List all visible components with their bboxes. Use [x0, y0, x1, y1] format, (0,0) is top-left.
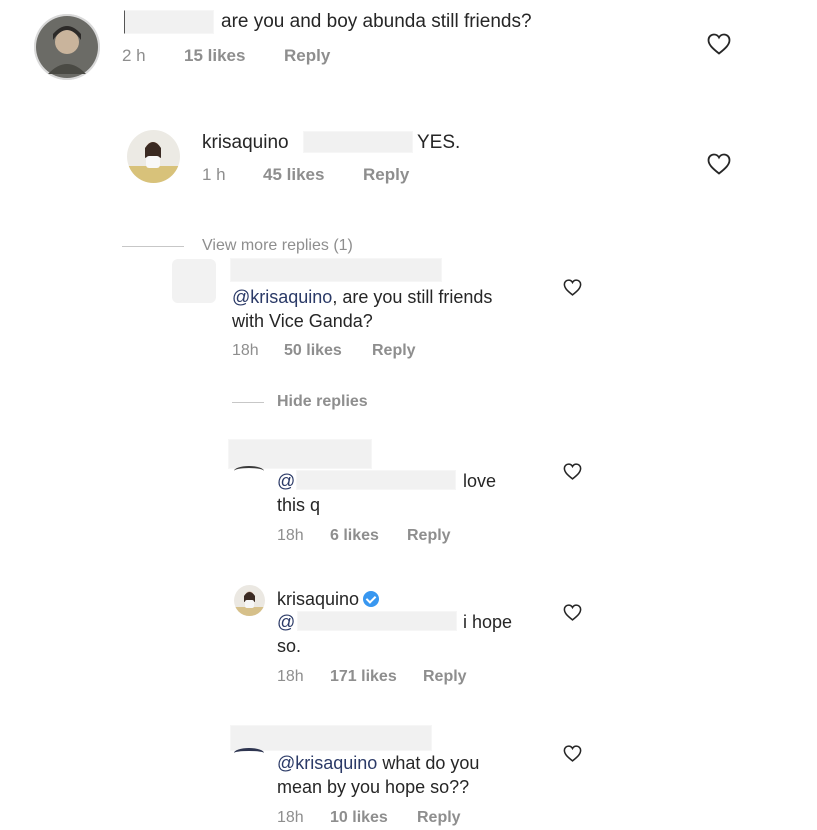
redacted-username	[228, 439, 372, 469]
comment-body: YES.	[417, 132, 461, 153]
comment-text-line2: so.	[277, 636, 302, 656]
timestamp: 18h	[277, 527, 304, 544]
timestamp: 1 h	[202, 165, 226, 184]
timestamp: 18h	[277, 668, 304, 685]
timestamp: 18h	[232, 342, 259, 359]
like-count[interactable]: 10 likes	[330, 809, 388, 827]
mention-link[interactable]: @	[277, 612, 295, 632]
comment-text-line2: with Vice Ganda?	[232, 311, 373, 331]
redacted-mention	[297, 611, 457, 631]
avatar[interactable]	[127, 130, 180, 183]
comment-text-line1: , are you still friends	[332, 287, 493, 307]
heart-icon[interactable]	[707, 153, 731, 175]
mention-link[interactable]: @krisaquino	[277, 753, 377, 773]
like-count[interactable]: 171 likes	[330, 668, 397, 686]
timestamp: 18h	[277, 809, 304, 826]
redacted-mention	[296, 470, 456, 490]
like-count[interactable]: 15 likes	[184, 46, 245, 66]
comment-text-line1: what do you	[377, 753, 480, 773]
like-count[interactable]: 45 likes	[263, 165, 324, 185]
reply-button[interactable]: Reply	[363, 165, 409, 185]
hide-replies-button[interactable]: Hide replies	[277, 393, 368, 411]
like-count[interactable]: 50 likes	[284, 342, 342, 360]
reply-button[interactable]: Reply	[284, 46, 330, 66]
avatar-photo	[34, 14, 100, 80]
heart-icon[interactable]	[707, 33, 731, 55]
comment-body: @krisaquino what do you mean by you hope…	[277, 751, 479, 799]
comment-text-line2: this q	[277, 495, 321, 515]
avatar[interactable]	[172, 259, 216, 303]
mention-link[interactable]: @krisaquino	[232, 287, 332, 307]
reply-button[interactable]: Reply	[423, 668, 467, 686]
redacted-username	[230, 258, 442, 282]
view-more-replies-button[interactable]: View more replies (1)	[202, 237, 353, 255]
reply-button[interactable]: Reply	[407, 527, 451, 545]
divider-line	[232, 402, 264, 403]
divider-line	[122, 246, 184, 247]
redacted-username	[124, 10, 214, 34]
heart-icon[interactable]	[563, 745, 582, 762]
comment-username[interactable]: krisaquino	[277, 589, 359, 609]
mention-link[interactable]: @	[277, 471, 295, 491]
avatar[interactable]	[34, 14, 100, 80]
avatar-photo	[127, 130, 180, 183]
redacted-mention	[303, 131, 413, 153]
comment-body: are you and boy abunda still friends?	[221, 11, 532, 32]
reply-button[interactable]: Reply	[417, 809, 461, 827]
timestamp: 2 h	[122, 46, 146, 65]
comment-username[interactable]: krisaquino	[202, 131, 289, 155]
redacted-username	[230, 725, 432, 751]
comment-username-row: krisaquino	[277, 587, 380, 611]
comment-text-line2: mean by you hope so??	[277, 777, 470, 797]
heart-icon[interactable]	[563, 604, 582, 621]
avatar[interactable]	[234, 748, 264, 758]
verified-badge-icon	[363, 591, 380, 607]
reply-button[interactable]: Reply	[372, 342, 416, 360]
heart-icon[interactable]	[563, 279, 582, 296]
comment-text-line1: love	[463, 471, 497, 491]
comment-body: @krisaquino, are you still friends with …	[232, 285, 492, 333]
like-count[interactable]: 6 likes	[330, 527, 379, 545]
avatar-photo	[234, 585, 265, 616]
avatar[interactable]	[234, 585, 265, 616]
comment-text-line1: i hope	[463, 612, 513, 632]
heart-icon[interactable]	[563, 463, 582, 480]
avatar[interactable]	[234, 466, 264, 476]
